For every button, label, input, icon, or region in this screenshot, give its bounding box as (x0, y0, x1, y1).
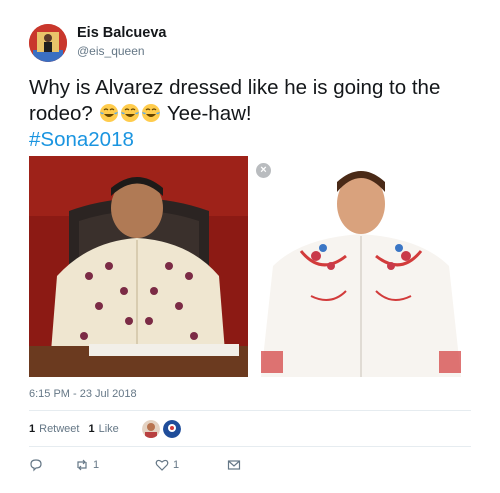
face-with-tears-of-joy-icon (120, 104, 139, 122)
heart-icon (155, 459, 169, 471)
reply-button[interactable] (29, 458, 75, 472)
author-avatar[interactable] (29, 24, 67, 62)
tweet-text-after: Yee-haw! (166, 102, 252, 125)
face-with-tears-of-joy-icon (99, 104, 118, 122)
photo-man-western-shirt[interactable] (251, 156, 471, 377)
author-username[interactable]: @eis_queen (77, 44, 145, 58)
profile-avatar-icon (29, 24, 67, 62)
tweet-actions: 1 1 (29, 452, 241, 478)
reply-icon (30, 459, 42, 472)
retweet-icon (77, 459, 87, 471)
author-display-name[interactable]: Eis Balcueva (77, 25, 166, 41)
tweet-text: Why is Alvarez dressed like he is going … (29, 75, 469, 153)
likes-stat[interactable]: 1 Like (88, 423, 118, 435)
tweet-timestamp[interactable]: 6:15 PM - 23 Jul 2018 (29, 388, 137, 400)
divider-bottom (29, 446, 471, 447)
retweet-button[interactable]: 1 (75, 458, 155, 472)
tears-of-joy-emoji-group (99, 102, 167, 125)
direct-message-button[interactable] (227, 458, 241, 472)
like-button[interactable]: 1 (155, 458, 227, 472)
envelope-icon (227, 460, 241, 470)
man-in-embroidered-barong-image (29, 156, 248, 377)
retweets-stat[interactable]: 1 Retweet (29, 423, 79, 435)
divider-top (29, 410, 471, 411)
retweeter-avatar[interactable] (162, 420, 181, 438)
photo-man-barong-seated[interactable] (29, 156, 248, 377)
engagement-stats: 1 Retweet 1 Like (29, 412, 181, 446)
media-close-icon[interactable]: × (256, 163, 271, 178)
man-in-western-shirt-image (251, 156, 471, 377)
face-with-tears-of-joy-icon (141, 104, 160, 122)
tweet-media[interactable] (29, 156, 471, 377)
liker-avatar[interactable] (141, 420, 160, 438)
like-count: 1 (173, 459, 180, 471)
hashtag-link[interactable]: #Sona2018 (29, 127, 134, 153)
retweet-count: 1 (93, 459, 100, 471)
liker-avatars (141, 420, 181, 438)
